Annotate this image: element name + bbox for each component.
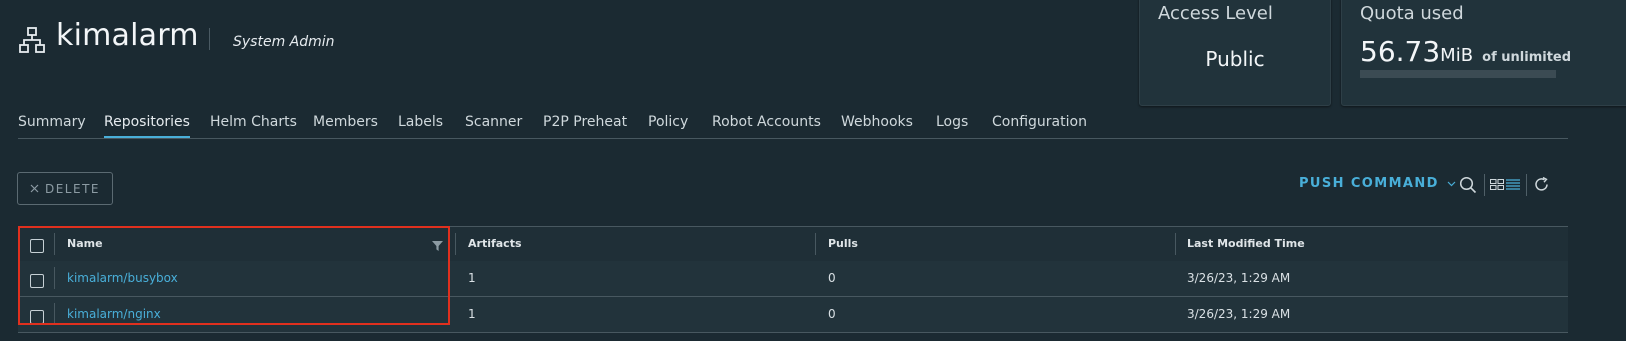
artifacts-count: 1: [468, 307, 476, 321]
push-command-dropdown[interactable]: PUSH COMMAND: [1299, 176, 1456, 191]
column-header-last-modified[interactable]: Last Modified Time: [1187, 237, 1305, 250]
toolbar-divider: [1484, 174, 1485, 196]
delete-button[interactable]: DELETE: [17, 172, 113, 205]
quota-progress-bar: [1360, 70, 1556, 78]
user-role: System Admin: [233, 34, 335, 50]
last-modified-time: 3/26/23, 1:29 AM: [1187, 307, 1291, 321]
tab-scanner[interactable]: Scanner: [465, 114, 522, 136]
tab-webhooks[interactable]: Webhooks: [841, 114, 913, 136]
column-divider: [455, 233, 456, 255]
project-tree-icon: [19, 27, 45, 53]
tab-helm-charts[interactable]: Helm Charts: [210, 114, 297, 136]
column-header-name[interactable]: Name: [67, 237, 103, 250]
row-checkbox[interactable]: [30, 274, 44, 288]
delete-button-label: DELETE: [44, 181, 100, 196]
repository-name-link[interactable]: kimalarm/nginx: [67, 307, 161, 321]
filter-icon[interactable]: [432, 241, 443, 251]
pulls-count: 0: [828, 271, 836, 285]
quota-amount: 56.73: [1360, 35, 1441, 68]
tab-robot-accounts[interactable]: Robot Accounts: [712, 114, 821, 136]
column-header-artifacts[interactable]: Artifacts: [468, 237, 522, 250]
access-level-card: Access Level Public: [1139, 0, 1331, 106]
tabs-divider: [18, 138, 1568, 139]
access-level-label: Access Level: [1158, 3, 1273, 24]
search-icon[interactable]: [1459, 176, 1477, 194]
row-checkbox[interactable]: [30, 310, 44, 324]
tab-p2p-preheat[interactable]: P2P Preheat: [543, 114, 627, 136]
tab-labels[interactable]: Labels: [398, 114, 443, 136]
pulls-count: 0: [828, 307, 836, 321]
column-divider: [54, 233, 55, 255]
table-header: Name Artifacts Pulls Last Modified Time: [18, 226, 1568, 262]
quota-value: 56.73MiB of unlimited: [1360, 35, 1571, 68]
column-divider: [1175, 233, 1176, 255]
tab-repositories[interactable]: Repositories: [104, 114, 190, 138]
table-row[interactable]: kimalarm/busybox 1 0 3/26/23, 1:29 AM: [18, 261, 1568, 297]
column-header-pulls[interactable]: Pulls: [828, 237, 858, 250]
refresh-icon[interactable]: [1533, 176, 1550, 193]
artifacts-count: 1: [468, 271, 476, 285]
project-title: kimalarm: [56, 18, 199, 53]
quota-unit: MiB: [1440, 45, 1474, 66]
table-row[interactable]: kimalarm/nginx 1 0 3/26/23, 1:29 AM: [18, 297, 1568, 333]
repository-name-link[interactable]: kimalarm/busybox: [67, 271, 178, 285]
tab-configuration[interactable]: Configuration: [992, 114, 1087, 136]
card-view-icon[interactable]: [1490, 179, 1504, 190]
column-divider: [54, 267, 55, 289]
toolbar-divider: [1526, 174, 1527, 196]
title-divider: [209, 28, 210, 50]
tab-logs[interactable]: Logs: [936, 114, 968, 136]
push-command-label: PUSH COMMAND: [1299, 176, 1439, 191]
last-modified-time: 3/26/23, 1:29 AM: [1187, 271, 1291, 285]
quota-card: Quota used 56.73MiB of unlimited: [1341, 0, 1626, 106]
access-level-value: Public: [1205, 47, 1265, 71]
select-all-checkbox[interactable]: [30, 239, 44, 253]
tab-members[interactable]: Members: [313, 114, 378, 136]
list-view-icon[interactable]: [1506, 179, 1520, 190]
close-icon: [30, 184, 39, 193]
chevron-down-icon: [1447, 181, 1456, 186]
tab-policy[interactable]: Policy: [648, 114, 688, 136]
tab-summary[interactable]: Summary: [18, 114, 86, 136]
quota-limit: of unlimited: [1482, 50, 1572, 65]
column-divider: [54, 303, 55, 325]
column-divider: [815, 233, 816, 255]
quota-label: Quota used: [1360, 3, 1464, 24]
